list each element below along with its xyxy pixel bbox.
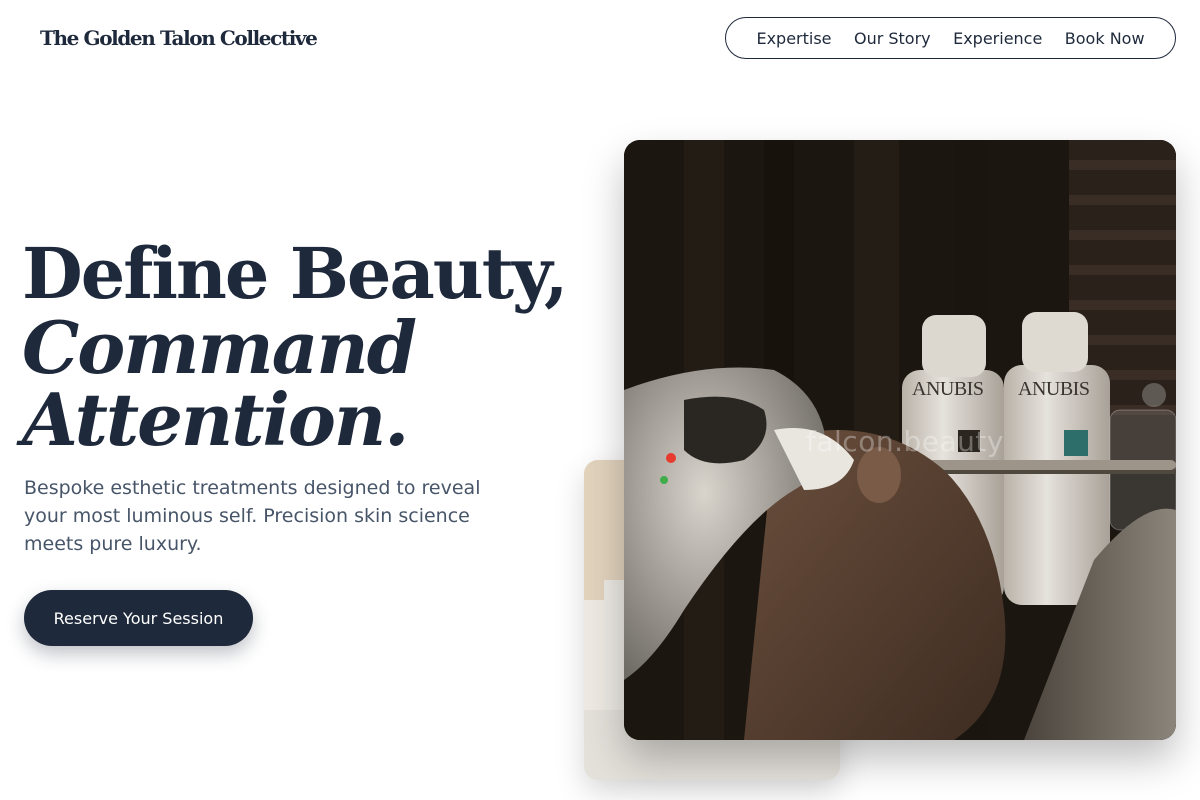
nav-book-now[interactable]: Book Now <box>1065 29 1145 48</box>
bottle-label-left: ANUBIS <box>912 378 984 400</box>
hero-photo: ANUBIS ANUBIS falcon.beauty <box>624 140 1176 740</box>
headline-line-3: Attention. <box>22 377 409 462</box>
nav-our-story[interactable]: Our Story <box>854 29 931 48</box>
reserve-session-button[interactable]: Reserve Your Session <box>24 590 253 646</box>
hero-headline: Define Beauty, Command Attention. <box>22 232 568 462</box>
image-watermark: falcon.beauty <box>806 425 1004 458</box>
bottle-label-right: ANUBIS <box>1018 378 1090 400</box>
main-nav: Expertise Our Story Experience Book Now <box>725 17 1176 59</box>
brand-logo[interactable]: The Golden Talon Collective <box>40 26 318 50</box>
nav-experience[interactable]: Experience <box>953 29 1042 48</box>
headline-line-2: Command <box>22 305 417 390</box>
headline-line-1: Define Beauty, <box>22 232 568 315</box>
hero-subtext: Bespoke esthetic treatments designed to … <box>24 477 481 555</box>
nav-expertise[interactable]: Expertise <box>756 29 831 48</box>
